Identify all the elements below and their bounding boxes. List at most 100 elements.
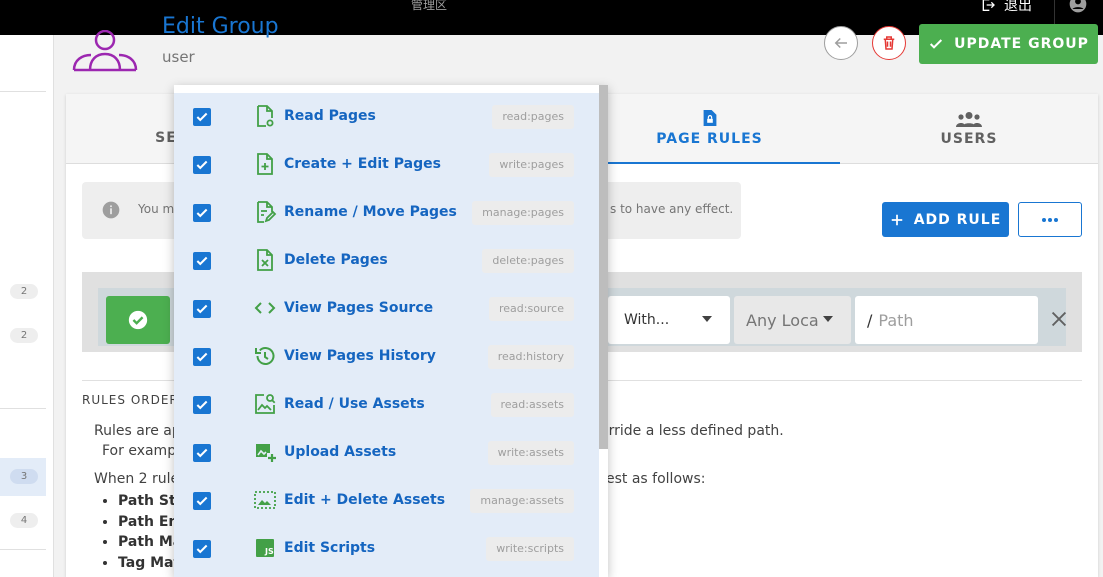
image-edit-icon: [254, 491, 276, 509]
permission-code: write:assets: [487, 441, 574, 465]
menu-item[interactable]: View Pages History read:history: [174, 333, 599, 381]
account-icon[interactable]: [1068, 0, 1088, 18]
script-icon: JS: [256, 539, 274, 557]
menu-item-label: Edit + Delete Assets: [284, 492, 446, 508]
check-circle-icon: [128, 310, 148, 330]
menu-item[interactable]: JS Edit Scripts write:scripts: [174, 525, 599, 573]
rule-locale-select[interactable]: Any Loca: [734, 296, 851, 344]
menu-item[interactable]: View Pages Source read:source: [174, 285, 599, 333]
trash-icon: [883, 36, 895, 50]
permission-code: write:pages: [489, 153, 574, 177]
svg-text:JS: JS: [264, 547, 274, 556]
back-button[interactable]: [824, 26, 858, 60]
sidebar-divider: [0, 91, 46, 92]
add-rule-button[interactable]: ADD RULE: [882, 202, 1009, 237]
rules-order-line: Rules are ap: [94, 423, 181, 439]
menu-item[interactable]: Delete Pages delete:pages: [174, 237, 599, 285]
menu-top-strip: [174, 85, 599, 93]
menu-item[interactable]: Read / Use Assets read:assets: [174, 381, 599, 429]
rule-path-input[interactable]: / Path: [855, 296, 1038, 344]
menu-item[interactable]: Read Pages read:pages: [174, 93, 599, 141]
permission-code: read:pages: [492, 105, 574, 129]
sidebar-count: 2: [10, 328, 38, 343]
sidebar-divider: [0, 408, 46, 409]
permission-code: manage:pages: [472, 201, 574, 225]
rules-order-title: RULES ORDER: [82, 393, 179, 407]
users-icon: [956, 112, 982, 127]
menu-item-label: Upload Assets: [284, 444, 397, 460]
info-text-end: s to have any effect.: [610, 202, 734, 216]
logout-button[interactable]: 退出: [980, 0, 1032, 15]
checkbox[interactable]: [193, 156, 211, 174]
rules-order-line-end: erride a less defined path.: [600, 423, 784, 439]
menu-scrollbar-thumb[interactable]: [599, 85, 608, 449]
plus-icon: [891, 214, 902, 225]
menu-item-label: View Pages History: [284, 348, 436, 364]
sidebar-count: 3: [10, 469, 38, 484]
admin-area-label: 管理区: [411, 0, 448, 12]
rule-match-select[interactable]: With...: [608, 296, 730, 344]
menu-item-label: Delete Pages: [284, 252, 388, 268]
image-plus-icon: [256, 444, 276, 462]
checkbox[interactable]: [193, 252, 211, 270]
rule-allow-toggle[interactable]: [106, 296, 170, 344]
sidebar-count: 4: [10, 513, 38, 528]
checkbox[interactable]: [193, 300, 211, 318]
checkbox[interactable]: [193, 396, 211, 414]
tab-page-rules[interactable]: PAGE RULES: [579, 94, 840, 164]
rules-order-line: When 2 rules: [94, 471, 187, 487]
checkbox[interactable]: [193, 444, 211, 462]
menu-item[interactable]: Edit + Delete Assets manage:assets: [174, 477, 599, 525]
update-group-label: UPDATE GROUP: [954, 36, 1089, 52]
sidebar-divider: [0, 549, 46, 550]
rule-locale-value: Any Loca: [746, 310, 819, 330]
path-prefix: /: [867, 310, 873, 330]
page-add-icon: [257, 153, 273, 175]
rules-order-line: For exampl: [102, 443, 180, 459]
dots-horizontal-icon: [1042, 217, 1058, 222]
tab-users-label: USERS: [940, 131, 998, 147]
delete-group-button[interactable]: [872, 26, 906, 60]
checkbox[interactable]: [193, 348, 211, 366]
sidebar-item-selected[interactable]: 3: [0, 458, 46, 496]
rules-order-line-end: est as follows:: [606, 471, 706, 487]
check-icon: [930, 39, 943, 49]
menu-item-label: Read / Use Assets: [284, 396, 425, 412]
group-avatar-icon: [70, 29, 140, 76]
code-icon: [254, 302, 276, 314]
permission-code: read:source: [488, 297, 574, 321]
checkbox[interactable]: [193, 204, 211, 222]
menu-item[interactable]: Create + Edit Pages write:pages: [174, 141, 599, 189]
caret-down-icon: [702, 316, 712, 322]
info-icon: [102, 201, 120, 219]
permission-code: read:assets: [490, 393, 574, 417]
info-text-start: You m: [138, 202, 175, 216]
update-group-button[interactable]: UPDATE GROUP: [919, 24, 1098, 64]
permission-code: delete:pages: [482, 249, 574, 273]
permission-code: write:scripts: [486, 537, 574, 561]
page-view-icon: [257, 105, 274, 127]
checkbox[interactable]: [193, 108, 211, 126]
path-placeholder: Path: [878, 310, 914, 330]
page-delete-icon: [257, 249, 273, 271]
checkbox[interactable]: [193, 492, 211, 510]
menu-item[interactable]: Upload Assets write:assets: [174, 429, 599, 477]
page-title: Edit Group: [162, 14, 279, 39]
menu-item-label: Edit Scripts: [284, 540, 376, 556]
logout-icon: [982, 0, 995, 11]
permission-code: manage:assets: [470, 489, 574, 513]
add-rule-label: ADD RULE: [913, 211, 1002, 228]
permission-code: read:history: [487, 345, 574, 369]
close-icon[interactable]: [1048, 308, 1070, 330]
rule-match-value: With...: [624, 312, 670, 328]
tab-users[interactable]: USERS: [840, 94, 1098, 164]
permissions-menu[interactable]: Read Pages read:pages Create + Edit Page…: [174, 85, 608, 577]
checkbox[interactable]: [193, 540, 211, 558]
menu-item-label: Rename / Move Pages: [284, 204, 457, 220]
menu-item-label: Create + Edit Pages: [284, 156, 441, 172]
arrow-left-icon: [834, 37, 847, 49]
more-options-button[interactable]: [1018, 202, 1082, 237]
menu-item[interactable]: Rename / Move Pages manage:pages: [174, 189, 599, 237]
tab-page-rules-label: PAGE RULES: [656, 131, 763, 147]
caret-down-icon: [823, 316, 833, 322]
